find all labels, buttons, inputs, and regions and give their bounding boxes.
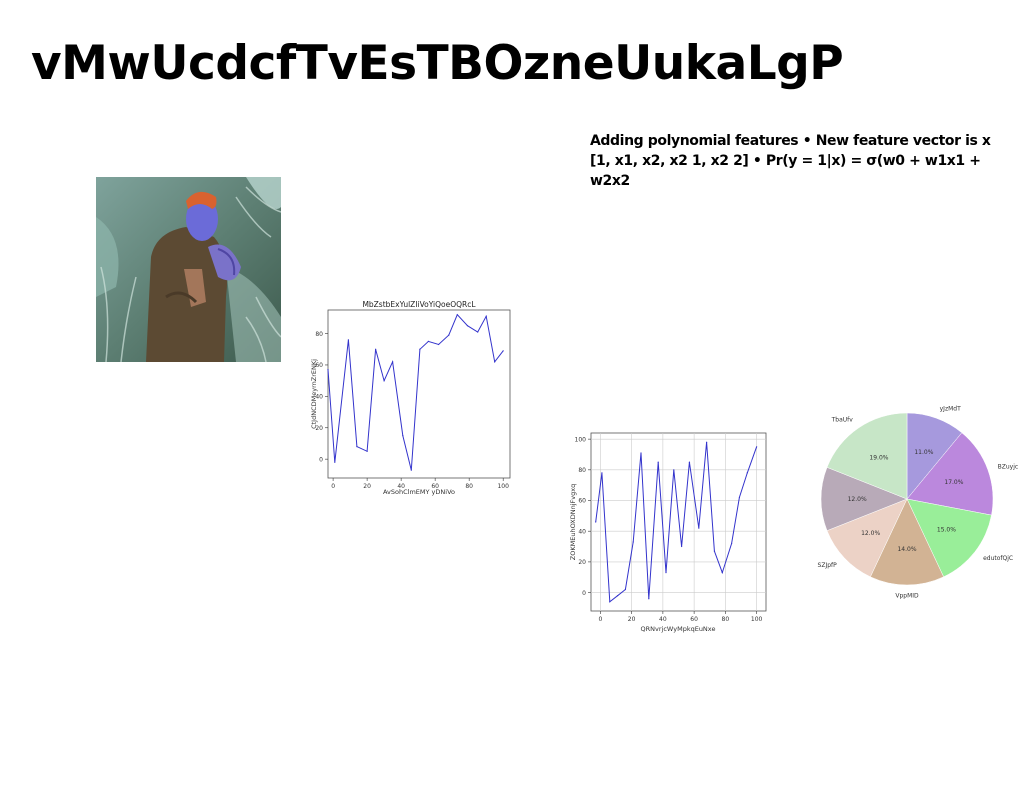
data-point (466, 325, 469, 327)
y-tick-label: 100 (575, 436, 587, 443)
data-point (721, 572, 723, 574)
data-point (648, 598, 650, 600)
chart-title: MbZstbExYulZIiVoYiQoeOQRcL (362, 300, 476, 309)
data-point (402, 435, 404, 437)
y-tick-label: 80 (315, 331, 323, 338)
data-point (698, 527, 700, 529)
data-point (327, 369, 329, 371)
x-tick-label: 100 (497, 483, 509, 490)
data-point (688, 461, 691, 463)
slide-notes: Adding polynomial features • New feature… (590, 133, 991, 189)
data-point (419, 348, 421, 350)
data-point (681, 545, 683, 548)
data-point (616, 595, 619, 597)
slice-value-label: 14.0% (897, 546, 916, 553)
series-line (595, 442, 758, 603)
data-point (673, 469, 675, 471)
x-tick-label: 60 (690, 616, 698, 623)
x-tick-label: 0 (331, 483, 335, 490)
data-point (485, 315, 487, 317)
y-tick-label: 40 (578, 528, 586, 535)
pie-chart: 11.0% yJzMdT 17.0% BZuyjc 15.0% edutofQjC 14.0… (818, 405, 1019, 599)
slice-value-label: 17.0% (944, 479, 963, 486)
data-point (657, 461, 659, 463)
data-point (640, 452, 642, 454)
data-point (356, 445, 358, 448)
x-tick-label: 80 (465, 483, 473, 490)
data-point (383, 380, 385, 382)
plot-frame (590, 432, 767, 612)
x-tick-label: 80 (722, 616, 730, 623)
series-line (327, 313, 504, 471)
data-point (595, 521, 597, 523)
data-point (334, 461, 336, 463)
slice-category-label: TbaUfv (831, 416, 854, 423)
slice-category-label: yJzMdT (940, 405, 961, 412)
slice-category-label: VppMID (895, 592, 919, 599)
slide-title: vMwUcdcfTvEsTBOzneUukaLgP (31, 36, 844, 91)
x-tick-label: 20 (363, 483, 371, 490)
data-point (706, 441, 708, 443)
data-point (601, 472, 603, 474)
data-point (713, 550, 716, 552)
y-axis-label: ZOKMEuhOXDNnjFvgxq (569, 484, 577, 560)
y-axis-label: CtJdNCDMeyrnZrENKj (310, 359, 318, 429)
line-chart-2: 0 20 40 60 80 100 0 20 40 60 80 100 QRNvrjcWyMpkqE… (569, 432, 767, 633)
y-tick-label: 0 (319, 456, 323, 463)
slice-category-label: SZJpfP (818, 562, 838, 569)
slice-value-label: 12.0% (861, 530, 880, 537)
data-point (375, 348, 377, 350)
data-point (738, 496, 741, 499)
y-tick-label: 20 (578, 559, 586, 566)
data-point (427, 340, 429, 343)
x-axis-label: QRNvrjcWyMpkqEuNxe (641, 625, 716, 633)
data-point (410, 469, 412, 471)
data-point (456, 314, 458, 316)
slice-value-label: 19.0% (869, 455, 888, 462)
slice-category-label: edutofQjC (983, 555, 1013, 562)
y-tick-label: 60 (578, 498, 586, 505)
x-tick-label: 100 (751, 616, 763, 623)
data-point (392, 361, 394, 363)
x-tick-label: 0 (598, 616, 602, 623)
x-tick-label: 20 (628, 616, 636, 623)
slice-value-label: 11.0% (914, 449, 933, 456)
x-axis-label: AvSohClmEMY yDNiVo (383, 488, 455, 496)
y-tick-label: 0 (582, 590, 586, 597)
data-point (756, 446, 758, 448)
data-point (731, 542, 733, 545)
photo-person-with-ferns (96, 177, 281, 362)
data-point (437, 343, 440, 346)
data-point (624, 588, 626, 591)
y-tick-label: 80 (578, 467, 586, 474)
data-point (502, 350, 504, 352)
photo-illustration (96, 177, 281, 362)
data-point (494, 361, 496, 363)
slice-value-label: 15.0% (937, 527, 956, 534)
data-point (632, 541, 634, 543)
data-point (347, 339, 350, 341)
data-point (477, 331, 479, 333)
data-point (746, 472, 748, 474)
slice-value-label: 12.0% (848, 496, 867, 503)
data-point (448, 334, 450, 336)
plot-frame (327, 309, 511, 479)
slice-category-label: BZuyjc (998, 463, 1019, 470)
x-tick-label: 40 (659, 616, 667, 623)
data-point (366, 450, 368, 452)
data-point (665, 572, 667, 574)
data-point (609, 601, 611, 603)
line-chart-1: MbZstbExYulZIiVoYiQoeOQRcL 020406080 0 20… (310, 300, 511, 496)
